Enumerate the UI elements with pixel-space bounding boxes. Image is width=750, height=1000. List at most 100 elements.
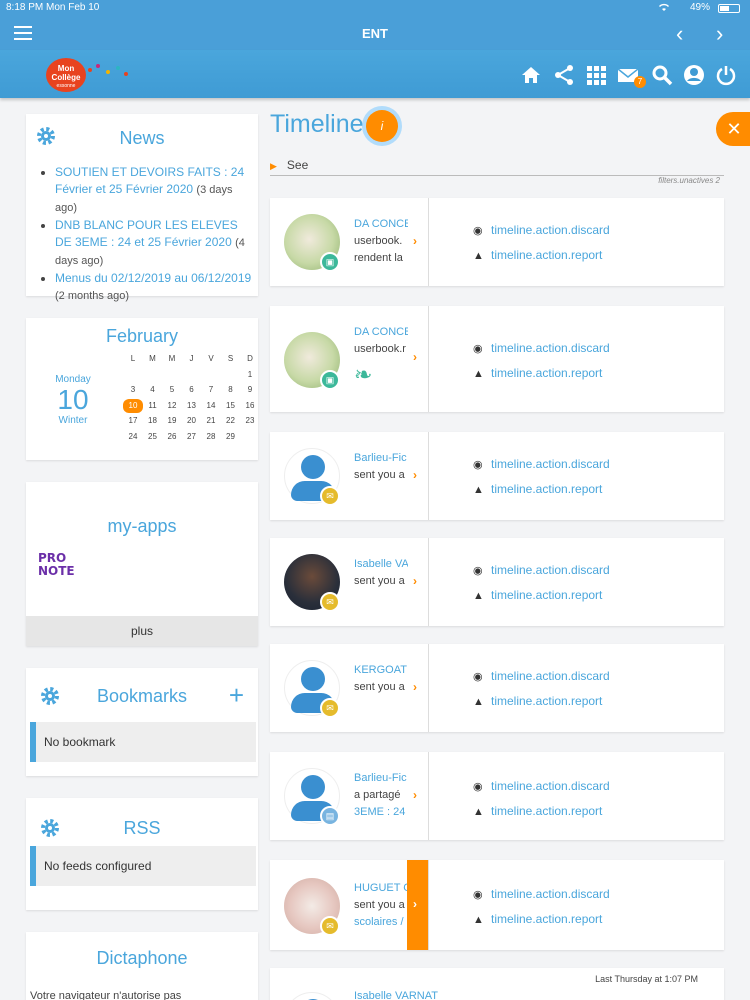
calendar-day[interactable]: 21	[201, 414, 221, 428]
actions-toggle[interactable]: ›	[407, 644, 429, 732]
discard-action[interactable]: ◉ timeline.action.discard	[473, 220, 610, 245]
calendar-day[interactable]: 27	[182, 430, 202, 444]
report-action[interactable]: ▲ timeline.action.report	[473, 479, 610, 504]
author-name[interactable]: DA CONCE	[354, 324, 408, 341]
author-name[interactable]: KERGOAT	[354, 662, 408, 679]
calendar-day[interactable]: 29	[221, 430, 241, 444]
timeline-item: ▣ DA CONCE userbook. rendent la › ◉ timel…	[270, 198, 724, 286]
calendar-day[interactable]: 5	[162, 383, 182, 397]
discard-action[interactable]: ◉ timeline.action.discard	[473, 776, 610, 801]
calendar-day[interactable]: 13	[182, 399, 202, 413]
weekday-header: L	[130, 354, 136, 363]
more-apps-button[interactable]: plus	[26, 616, 258, 646]
calendar-day-today[interactable]: 10	[123, 398, 143, 413]
news-link[interactable]: Menus du 02/12/2019 au 06/12/2019	[55, 271, 251, 285]
author-name[interactable]: Isabelle VARNAT	[354, 988, 474, 1000]
calendar-day[interactable]: 22	[221, 414, 241, 428]
timeline-item: ✉ Isabelle VA sent you a › ◉ timeline.act…	[270, 538, 724, 626]
calendar-widget: February Monday 10 Winter LMMJVSD1345678…	[26, 318, 258, 460]
calendar-day[interactable]: 4	[143, 383, 163, 397]
timeline-text: DA CONCE userbook.r	[354, 324, 408, 358]
author-name[interactable]: HUGUET C	[354, 880, 408, 897]
forward-arrow-icon[interactable]: ›	[716, 21, 723, 47]
calendar-day[interactable]: 8	[221, 383, 241, 397]
actions-toggle[interactable]: ›	[407, 538, 429, 626]
report-action[interactable]: ▲ timeline.action.report	[473, 363, 610, 388]
calendar-day[interactable]: 6	[182, 383, 202, 397]
back-arrow-icon[interactable]: ‹	[676, 21, 683, 47]
news-age: (2 months ago)	[55, 290, 129, 302]
calendar-day[interactable]: 3	[123, 383, 143, 397]
calendar-day[interactable]: 28	[201, 430, 221, 444]
warning-icon: ▲	[473, 696, 484, 708]
discard-action[interactable]: ◉ timeline.action.discard	[473, 666, 610, 691]
calendar-day[interactable]: 16	[240, 399, 260, 413]
shared-item-link[interactable]: 3EME : 24	[354, 804, 408, 821]
status-bar: 8:18 PM Mon Feb 10 49%	[0, 0, 750, 16]
calendar-day[interactable]: 12	[162, 399, 182, 413]
share-icon[interactable]	[553, 64, 575, 86]
calendar-day[interactable]: 17	[123, 414, 143, 428]
calendar-day[interactable]: 19	[162, 414, 182, 428]
calendar-day[interactable]: 1	[240, 368, 260, 382]
logout-power-icon[interactable]	[715, 64, 737, 86]
rss-title: RSS	[123, 818, 161, 838]
report-action[interactable]: ▲ timeline.action.report	[473, 691, 610, 716]
message-line: sent you a	[354, 469, 405, 481]
calendar-day[interactable]: 14	[201, 399, 221, 413]
calendar-day[interactable]: 20	[182, 414, 202, 428]
author-name[interactable]: Barlieu-Fic	[354, 770, 408, 787]
apps-grid-icon[interactable]	[585, 64, 607, 86]
discard-action[interactable]: ◉ timeline.action.discard	[473, 884, 610, 909]
message-line: sent you a	[354, 575, 405, 587]
chevron-right-icon: ›	[413, 897, 417, 911]
weekday-header: M	[149, 354, 156, 363]
actions-toggle[interactable]: ›	[407, 432, 429, 520]
leaf-icon: ❧	[354, 362, 373, 387]
calendar-day[interactable]: 25	[143, 430, 163, 444]
author-name[interactable]: Barlieu-Fic	[354, 450, 408, 467]
calendar-day[interactable]: 7	[201, 383, 221, 397]
college-logo[interactable]: Mon Collège essonne	[46, 58, 86, 92]
calendar-today: Monday 10 Winter	[54, 374, 92, 426]
calendar-day[interactable]: 26	[162, 430, 182, 444]
see-label: See	[286, 158, 309, 172]
message-subject-link[interactable]: scolaires /	[354, 914, 408, 931]
actions-toggle[interactable]: ›	[407, 752, 429, 840]
warning-icon: ▲	[473, 806, 484, 818]
actions-toggle[interactable]: ›	[407, 306, 429, 412]
calendar-day[interactable]: 18	[143, 414, 163, 428]
warning-icon: ▲	[473, 368, 484, 380]
timeline-item: ✉ Barlieu-Fic sent you a › ◉ timeline.act…	[270, 432, 724, 520]
calendar-day[interactable]: 15	[221, 399, 241, 413]
news-link[interactable]: DNB BLANC POUR LES ELEVES DE 3EME : 24 e…	[55, 218, 238, 249]
report-action[interactable]: ▲ timeline.action.report	[473, 585, 610, 610]
tools-icon[interactable]: ✕	[716, 112, 750, 146]
add-bookmark-icon[interactable]: +	[229, 682, 244, 708]
home-icon[interactable]	[520, 64, 542, 86]
timeline-item: Last Thursday at 1:07 PM Isabelle VARNAT	[270, 968, 724, 1000]
discard-action[interactable]: ◉ timeline.action.discard	[473, 560, 610, 585]
actions-toggle[interactable]: ›	[407, 860, 429, 950]
author-name[interactable]: DA CONCE	[354, 216, 408, 233]
user-profile-icon[interactable]	[683, 64, 705, 86]
info-button[interactable]: i	[366, 110, 398, 142]
calendar-day[interactable]: 9	[240, 383, 260, 397]
report-action[interactable]: ▲ timeline.action.report	[473, 909, 610, 934]
report-action[interactable]: ▲ timeline.action.report	[473, 801, 610, 826]
pronote-app-icon[interactable]: PRO NOTE	[38, 552, 75, 578]
discard-action[interactable]: ◉ timeline.action.discard	[473, 454, 610, 479]
search-icon[interactable]	[651, 64, 673, 86]
contact-card-icon: ▣	[320, 252, 340, 272]
report-action[interactable]: ▲ timeline.action.report	[473, 245, 610, 270]
weekday-header: J	[189, 354, 194, 363]
discard-action[interactable]: ◉ timeline.action.discard	[473, 338, 610, 363]
timeline-item: ✉ HUGUET C sent you a scolaires / › ◉ tim…	[270, 860, 724, 950]
actions-toggle[interactable]: ›	[407, 198, 429, 286]
author-name[interactable]: Isabelle VA	[354, 556, 408, 573]
calendar-day[interactable]: 24	[123, 430, 143, 444]
timeline-filter-toggle[interactable]: ▶ See	[270, 158, 724, 176]
calendar-day[interactable]: 23	[240, 414, 260, 428]
portal-header: Mon Collège essonne	[0, 50, 750, 98]
calendar-day[interactable]: 11	[143, 399, 163, 413]
